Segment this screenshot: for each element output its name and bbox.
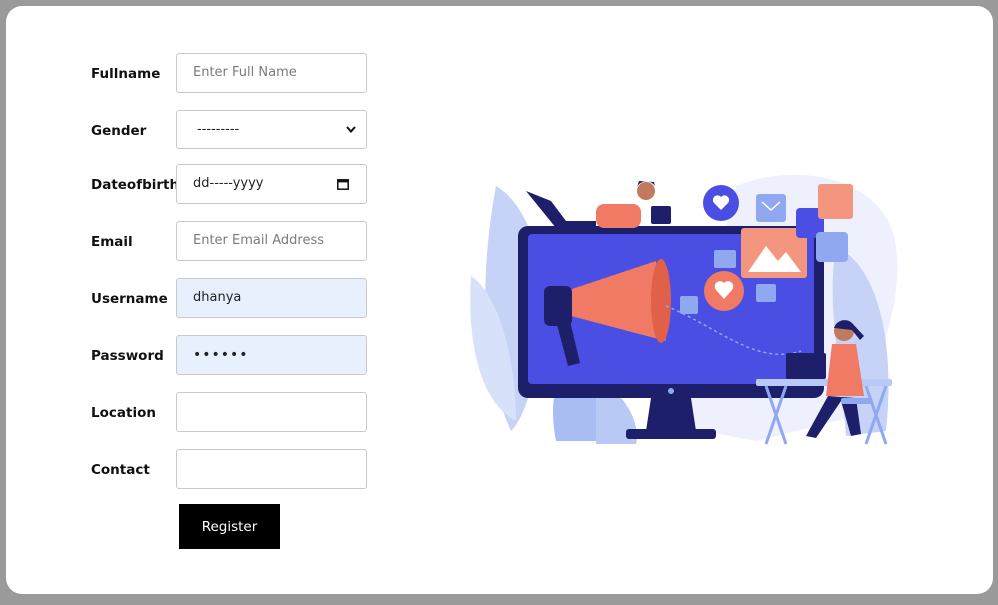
man-body (596, 204, 641, 228)
gender-selected-value: --------- (197, 122, 240, 137)
monitor-button (668, 388, 674, 394)
chat-bubble-icon (816, 232, 848, 262)
username-label: Username (91, 291, 168, 307)
dob-row: Dateofbirth dd-----yyyy (91, 164, 391, 206)
globe-icon (756, 284, 776, 302)
password-row: Password •••••• (91, 335, 391, 377)
desk-top (756, 379, 892, 386)
email-input[interactable]: Enter Email Address (176, 221, 367, 261)
dob-value: dd-----yyyy (193, 176, 264, 191)
contact-row: Contact (91, 449, 391, 491)
woman-seat (841, 398, 871, 404)
contact-label: Contact (91, 462, 150, 478)
email-label: Email (91, 234, 133, 250)
play-icon (714, 250, 736, 268)
man-tablet (651, 206, 671, 224)
gender-select[interactable]: --------- (176, 110, 367, 149)
fullname-label: Fullname (91, 66, 161, 82)
fullname-row: Fullname Enter Full Name (91, 53, 391, 95)
password-label: Password (91, 348, 164, 364)
gender-row: Gender --------- (91, 110, 391, 152)
fullname-input[interactable]: Enter Full Name (176, 53, 367, 93)
marketing-illustration (470, 174, 898, 445)
location-pin-icon (818, 184, 853, 219)
dob-input[interactable]: dd-----yyyy (176, 164, 367, 204)
password-input[interactable]: •••••• (176, 335, 367, 375)
chevron-down-icon (346, 126, 356, 134)
dob-label: Dateofbirth (91, 177, 180, 193)
megaphone-grip (544, 286, 572, 326)
location-input[interactable] (176, 392, 367, 432)
monitor-stand (646, 398, 696, 431)
email-row: Email Enter Email Address (91, 221, 391, 263)
location-label: Location (91, 405, 156, 421)
laptop (786, 353, 826, 379)
gender-label: Gender (91, 123, 147, 139)
megaphone-rim (651, 259, 671, 343)
wifi-icon (680, 296, 698, 314)
man-head (637, 182, 655, 200)
username-input[interactable]: dhanya (176, 278, 367, 318)
registration-card: Fullname Enter Full Name Gender --------… (6, 6, 993, 594)
register-button[interactable]: Register (179, 504, 280, 549)
man-legs (526, 191, 596, 228)
monitor-base (626, 429, 716, 439)
username-row: Username dhanya (91, 278, 391, 320)
mail-icon (756, 194, 786, 222)
location-row: Location (91, 392, 391, 434)
contact-input[interactable] (176, 449, 367, 489)
calendar-icon[interactable] (337, 178, 349, 190)
